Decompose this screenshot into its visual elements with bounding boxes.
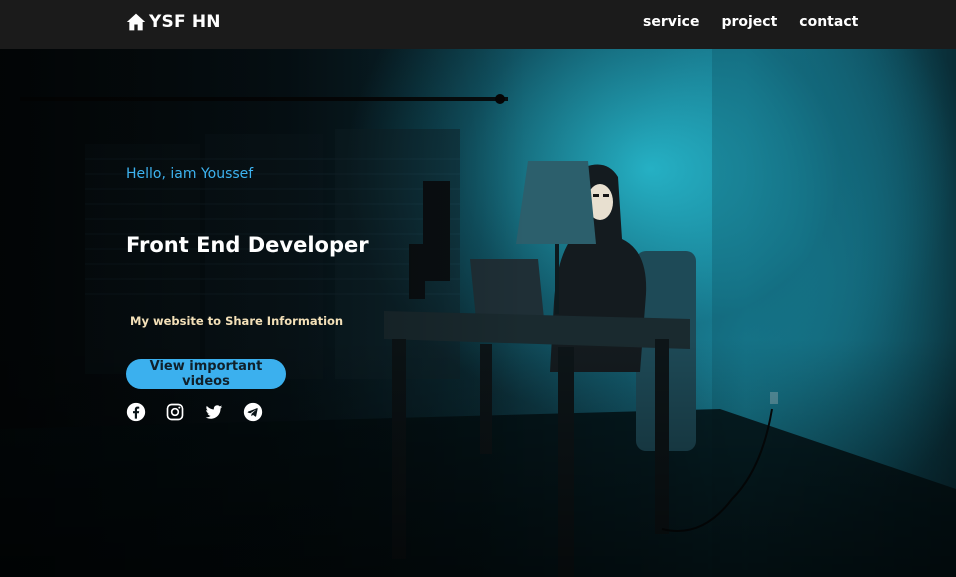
hero-background-image (0, 49, 956, 577)
facebook-link[interactable] (126, 402, 146, 422)
telegram-icon (243, 402, 263, 422)
nav-link-service[interactable]: service (643, 14, 699, 30)
home-icon (126, 12, 146, 32)
hero-headline: Front End Developer (126, 233, 369, 257)
logo-text: YSF HN (149, 12, 221, 32)
facebook-icon (126, 402, 146, 422)
nav-link-project[interactable]: project (721, 14, 777, 30)
instagram-link[interactable] (165, 402, 185, 422)
social-links (126, 402, 263, 422)
hero-section (0, 49, 956, 577)
nav-link-contact[interactable]: contact (799, 14, 858, 30)
twitter-link[interactable] (204, 402, 224, 422)
twitter-icon (204, 402, 224, 422)
logo-link[interactable]: YSF HN (126, 12, 221, 32)
navbar: YSF HN service project contact (0, 0, 956, 49)
hero-greeting: Hello, iam Youssef (126, 166, 254, 182)
instagram-icon (165, 402, 185, 422)
hero-subline: My website to Share Information (130, 314, 344, 328)
nav-links: service project contact (643, 14, 858, 30)
view-videos-button[interactable]: View important videos (126, 359, 286, 389)
telegram-link[interactable] (243, 402, 263, 422)
